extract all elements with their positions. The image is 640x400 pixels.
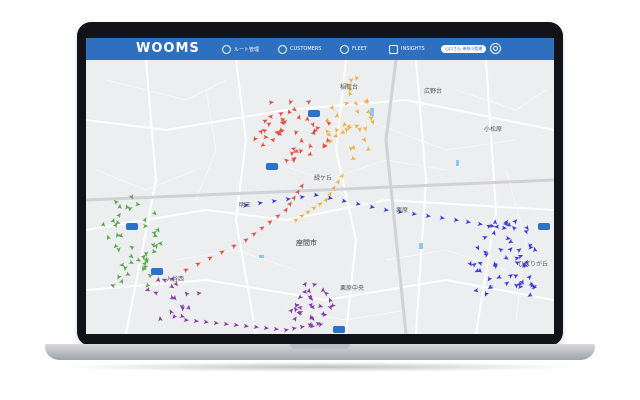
nav-insights[interactable]: INSIGHTS <box>389 38 425 60</box>
laptop-shadow <box>60 362 580 372</box>
place-label: 栗原 <box>396 207 409 214</box>
top-navigation-bar: WOOMS ルート管理 CUSTOMERS FLEET INSIGHTS 山口さ… <box>86 38 554 60</box>
settings-icon[interactable] <box>490 43 501 54</box>
nav-customers-label: CUSTOMERS <box>290 46 322 52</box>
nav-insights-label: INSIGHTS <box>401 46 425 52</box>
app-screen: WOOMS ルート管理 CUSTOMERS FLEET INSIGHTS 山口さ… <box>86 38 554 334</box>
place-label: ひばりが丘 <box>518 261 549 268</box>
place-label: 明王 <box>239 202 252 209</box>
truck-icon[interactable] <box>126 223 138 230</box>
map-canvas[interactable] <box>86 59 554 334</box>
nav-route[interactable]: ルート管理 <box>222 38 259 60</box>
nav-route-label: ルート管理 <box>234 46 260 53</box>
place-label: 稲荷台 <box>340 84 359 91</box>
place-label: 栗原中央 <box>340 285 365 292</box>
fleet-icon <box>340 44 349 54</box>
place-label: 入谷西 <box>166 276 185 283</box>
user-region-selector[interactable]: 山口さん 神奈川県運 <box>441 45 487 53</box>
truck-icon[interactable] <box>333 326 345 333</box>
route-icon <box>222 44 231 54</box>
place-label: 小松原 <box>484 126 503 133</box>
route-map[interactable]: 稲荷台 広野台 小松原 緑ケ丘 明王 座間市 栗原 入谷西 栗原中央 ひばりが丘 <box>86 59 554 334</box>
laptop-notch <box>290 344 350 349</box>
app-logo[interactable]: WOOMS <box>136 41 200 56</box>
truck-icon[interactable] <box>308 110 320 117</box>
nav-customers[interactable]: CUSTOMERS <box>278 38 321 60</box>
laptop-mockup: WOOMS ルート管理 CUSTOMERS FLEET INSIGHTS 山口さ… <box>0 0 640 400</box>
place-label: 座間市 <box>296 239 317 247</box>
nav-fleet[interactable]: FLEET <box>340 38 367 60</box>
truck-icon[interactable] <box>266 163 278 170</box>
nav-fleet-label: FLEET <box>352 46 368 52</box>
place-label: 広野台 <box>424 88 443 95</box>
customers-icon <box>278 44 287 54</box>
insights-icon <box>389 44 398 54</box>
truck-icon[interactable] <box>151 268 163 275</box>
truck-icon[interactable] <box>538 223 550 230</box>
place-label: 緑ケ丘 <box>314 175 333 182</box>
